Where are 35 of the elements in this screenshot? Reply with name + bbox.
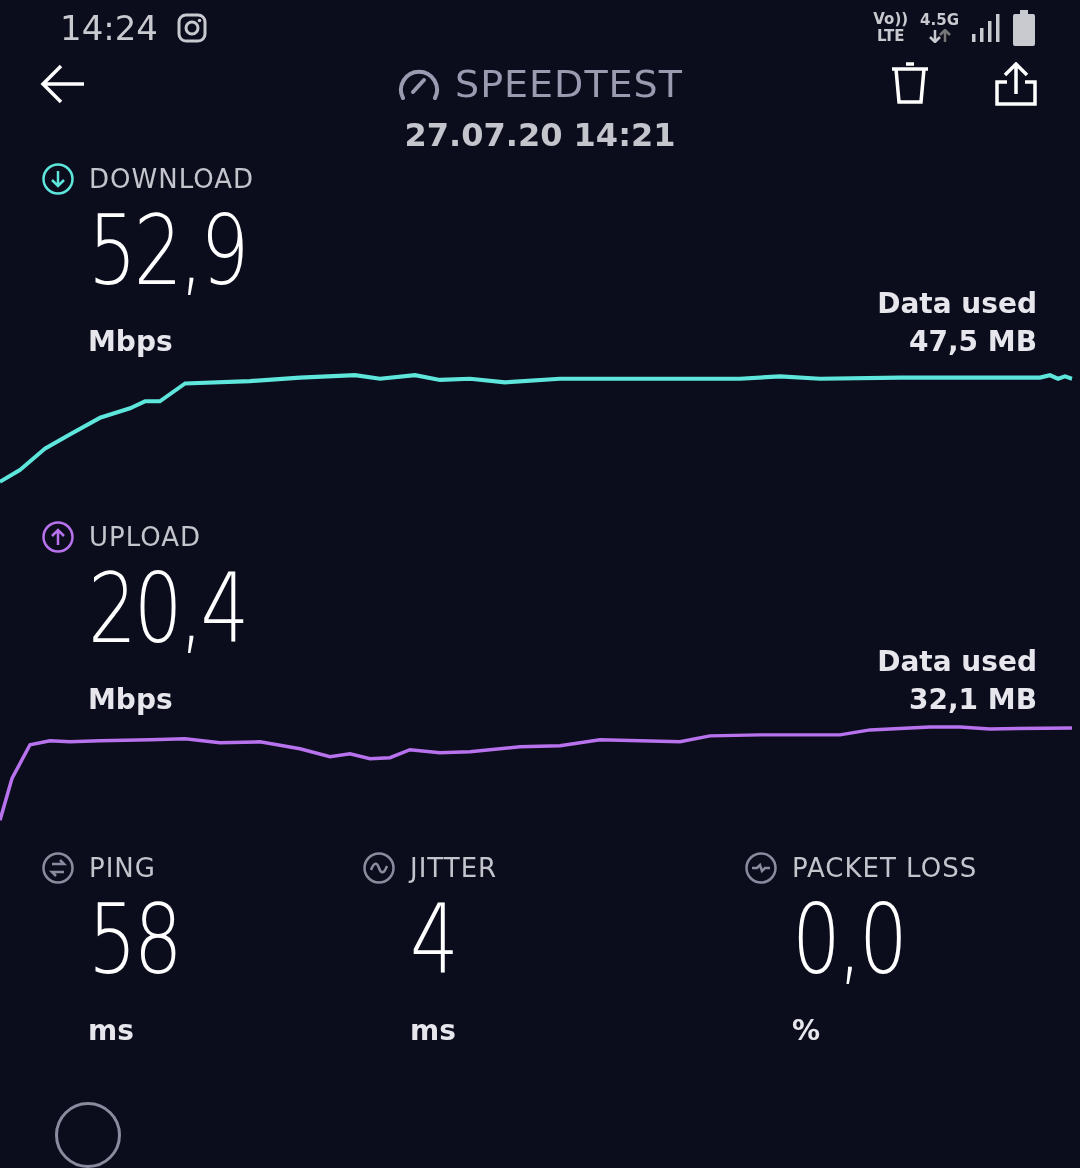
lte-indicator: LTE (876, 27, 905, 45)
status-time: 14:24 (60, 7, 158, 48)
camera-app-icon (176, 11, 208, 44)
speed-unit: Mbps (88, 682, 174, 718)
metric-value: 0,0 (792, 894, 905, 986)
data-used-label: Data used (877, 644, 1037, 680)
speed-unit: Mbps (88, 324, 174, 360)
speed-value: 52,9 (88, 201, 247, 301)
jitter-icon (362, 851, 396, 885)
metric-label: PACKET LOSS (792, 853, 978, 883)
metric-unit: % (792, 1013, 821, 1049)
result-label: DOWNLOAD (89, 164, 254, 194)
result-label: UPLOAD (89, 522, 202, 552)
share-button[interactable] (994, 62, 1038, 107)
volte-indicator: Vo)) (873, 10, 909, 28)
data-arrows-icon (927, 29, 952, 44)
data-used-value: 32,1 MB (908, 682, 1037, 718)
network-type: 4.5G (920, 12, 959, 30)
speed-value: 20,4 (88, 559, 247, 659)
metric-value: 58 (88, 894, 180, 986)
delete-button[interactable] (890, 62, 930, 107)
app-title: SPEEDTEST (455, 62, 683, 107)
signal-icon (971, 12, 1001, 43)
test-date: 27.07.20 14:21 (404, 115, 676, 154)
data-used-value: 47,5 MB (908, 324, 1037, 360)
metric-value: 4 (410, 894, 456, 986)
circle-icon (55, 1102, 121, 1168)
metric-unit: ms (88, 1013, 134, 1049)
battery-icon (1013, 9, 1035, 46)
data-used-label: Data used (877, 286, 1037, 322)
ping-icon (41, 851, 75, 885)
metric-label: PING (89, 853, 156, 883)
back-button[interactable] (40, 64, 86, 105)
metric-label: JITTER (410, 853, 498, 883)
metric-unit: ms (410, 1013, 456, 1049)
